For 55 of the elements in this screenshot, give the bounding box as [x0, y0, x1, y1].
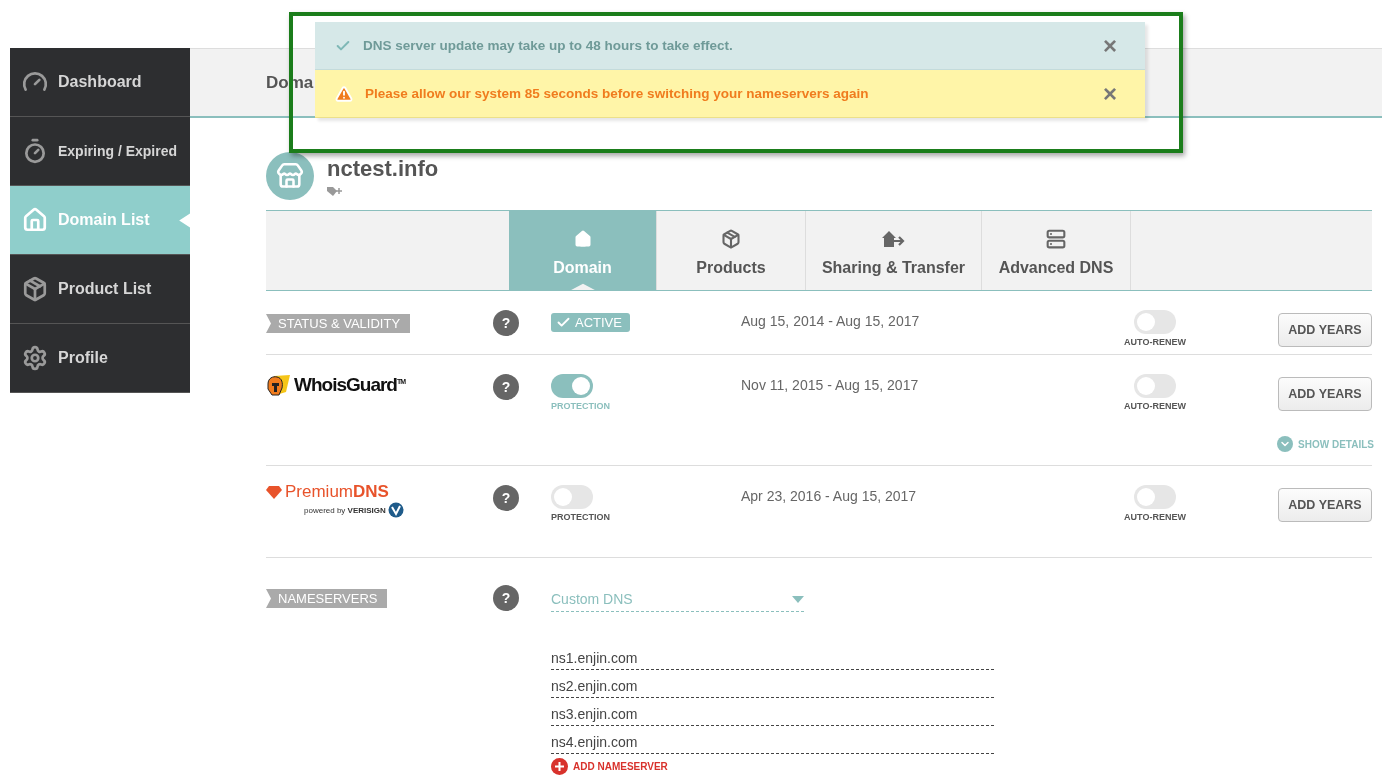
- sidebar-item[interactable]: Profile: [10, 324, 190, 393]
- whoisguard-logo: WhoisGuard$^{TM}$: [294, 374, 406, 396]
- section-label: NAMESERVERS: [266, 589, 388, 608]
- toggle-label: PROTECTION: [551, 512, 610, 522]
- toggle-label: AUTO-RENEW: [1124, 401, 1186, 411]
- help-icon[interactable]: ?: [493, 485, 519, 511]
- close-button[interactable]: ×: [1099, 33, 1121, 58]
- nameserver-field[interactable]: ns2.enjin.com: [551, 670, 994, 698]
- store-icon: [266, 152, 314, 200]
- sidebar-item[interactable]: Expiring / Expired: [10, 117, 190, 186]
- helmet-icon: [266, 374, 292, 396]
- toggle-switch[interactable]: [551, 374, 593, 398]
- premiumdns-logo: PremiumDNS: [285, 482, 389, 502]
- section-label: STATUS & VALIDITY: [266, 314, 411, 333]
- add-years-button[interactable]: ADD YEARS: [1278, 313, 1372, 347]
- close-button[interactable]: ×: [1099, 81, 1121, 106]
- toggle-switch[interactable]: [551, 485, 593, 509]
- help-icon[interactable]: ?: [493, 585, 519, 611]
- stopwatch-icon: [22, 138, 48, 164]
- tag-plus-icon[interactable]: [327, 186, 343, 198]
- gear-icon: [22, 345, 48, 371]
- add-nameserver-link[interactable]: ADD NAMESERVER: [551, 758, 668, 775]
- add-years-button[interactable]: ADD YEARS: [1278, 488, 1372, 522]
- caret-icon: [792, 595, 804, 603]
- toggle-label: PROTECTION: [551, 401, 610, 411]
- toggle-label: AUTO-RENEW: [1124, 512, 1186, 522]
- add-years-button[interactable]: ADD YEARS: [1278, 377, 1372, 411]
- toggle-switch[interactable]: [1134, 485, 1176, 509]
- toggle-switch[interactable]: [1134, 310, 1176, 334]
- sidebar-item[interactable]: Dashboard: [10, 48, 190, 117]
- nameserver-field[interactable]: ns1.enjin.com: [551, 642, 994, 670]
- notification-text: Please allow our system 85 seconds before switching your nameservers again: [365, 86, 870, 101]
- powered-by-text: powered by VERISIGN: [304, 505, 386, 515]
- box-icon: [22, 276, 48, 302]
- sidebar-item[interactable]: Product List: [10, 255, 190, 324]
- house-arrow-icon: [880, 229, 907, 249]
- nameserver-field[interactable]: ns4.enjin.com: [551, 726, 994, 754]
- help-icon[interactable]: ?: [493, 374, 519, 400]
- help-icon[interactable]: ?: [493, 310, 519, 336]
- toggle-label: AUTO-RENEW: [1124, 337, 1186, 347]
- warning-icon: [335, 84, 353, 103]
- date-range: Apr 23, 2016 - Aug 15, 2017: [741, 488, 918, 504]
- status-badge: ACTIVE: [551, 313, 630, 332]
- plus-circle-icon: [551, 758, 568, 775]
- date-range: Aug 15, 2014 - Aug 15, 2017: [741, 313, 921, 329]
- gem-icon: [266, 485, 282, 499]
- notification-text: DNS server update may take up to 48 hours to take effect.: [363, 38, 734, 53]
- nameserver-field[interactable]: ns3.enjin.com: [551, 698, 994, 726]
- box-icon: [721, 229, 741, 249]
- chevron-down-icon: [1277, 436, 1294, 452]
- domain-name: nctest.info: [327, 156, 439, 182]
- date-range: Nov 11, 2015 - Aug 15, 2017: [741, 377, 920, 393]
- toggle-switch[interactable]: [1134, 374, 1176, 398]
- house-icon: [22, 207, 48, 233]
- server-icon: [1046, 229, 1066, 249]
